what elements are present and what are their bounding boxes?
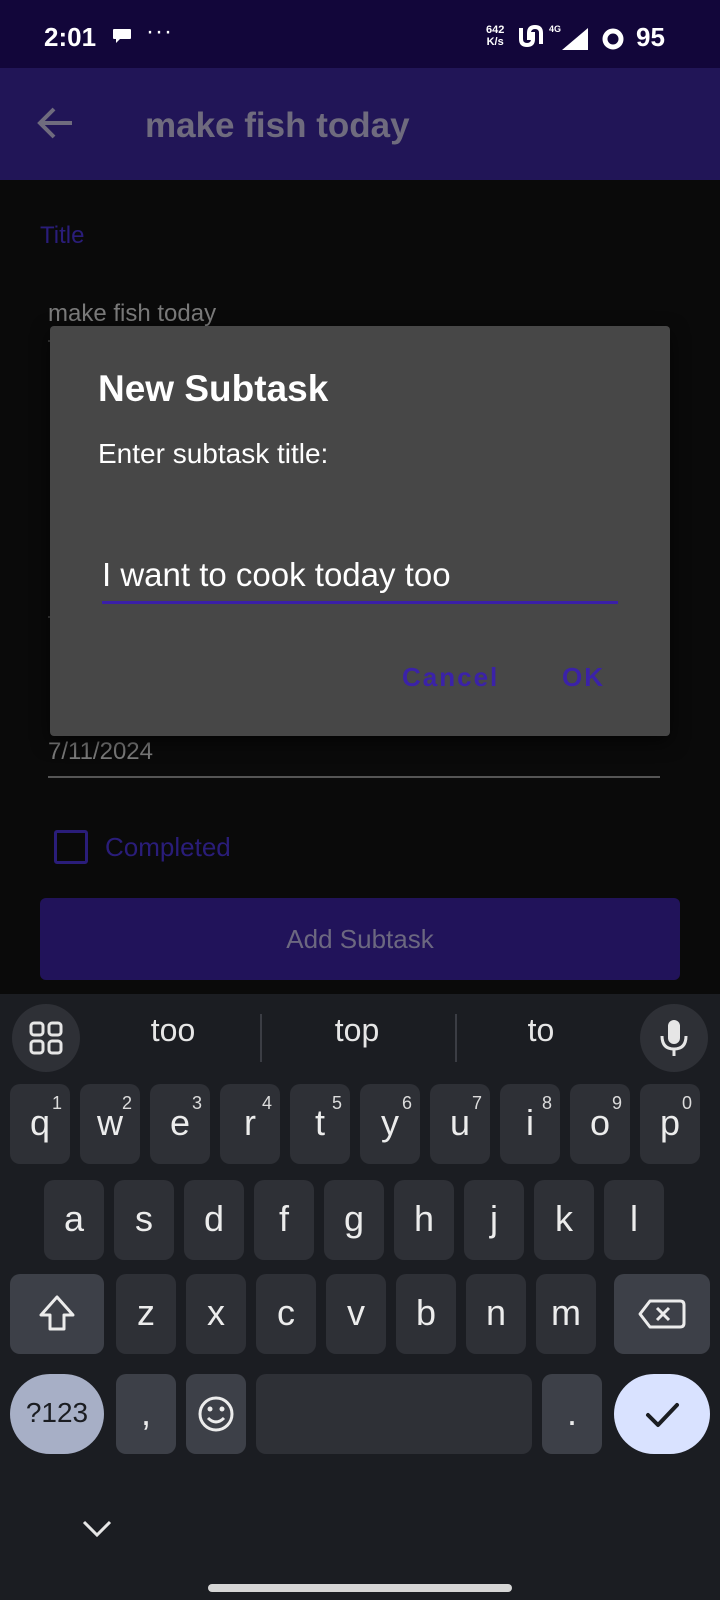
emoji-icon (198, 1396, 234, 1432)
key-t[interactable]: t5 (290, 1084, 350, 1164)
signal-icon (562, 28, 588, 50)
key-h[interactable]: h (394, 1180, 454, 1260)
period-key[interactable]: . (542, 1374, 602, 1454)
key-label: p (659, 1102, 681, 1143)
key-k[interactable]: k (534, 1180, 594, 1260)
microphone-icon (660, 1020, 688, 1056)
suggestion-1[interactable]: too (98, 1012, 248, 1049)
key-label: u (449, 1102, 471, 1143)
shift-key[interactable] (10, 1274, 104, 1354)
subtask-title-input[interactable] (102, 548, 618, 604)
network-speed-unit: K/s (486, 36, 504, 48)
ok-button[interactable]: OK (562, 662, 605, 693)
key-label: y (381, 1102, 399, 1143)
key-label: w (97, 1102, 123, 1143)
voice-input-button[interactable] (640, 1004, 708, 1072)
title-label: Title (40, 222, 85, 249)
key-label: e (169, 1102, 191, 1143)
space-key[interactable] (256, 1374, 532, 1454)
suggestion-divider (260, 1014, 262, 1062)
key-x[interactable]: x (186, 1274, 246, 1354)
screen: 2:01 ··· 642 K/s 4G 95 make fish today T… (0, 0, 720, 1600)
key-c[interactable]: c (256, 1274, 316, 1354)
key-o[interactable]: o9 (570, 1084, 630, 1164)
key-number-hint: 1 (51, 1093, 62, 1113)
done-key[interactable] (614, 1374, 710, 1454)
shift-icon (39, 1295, 75, 1331)
more-notifications-icon: ··· (146, 18, 173, 45)
page-title: make fish today (145, 106, 410, 145)
key-j[interactable]: j (464, 1180, 524, 1260)
keyboard-menu-button[interactable] (12, 1004, 80, 1072)
backspace-key[interactable] (614, 1274, 710, 1354)
completed-label: Completed (105, 832, 231, 862)
key-number-hint: 9 (611, 1093, 622, 1113)
title-field[interactable]: make fish today (48, 300, 216, 328)
status-time: 2:01 (44, 22, 97, 52)
key-number-hint: 0 (681, 1093, 692, 1113)
key-q[interactable]: q1 (10, 1084, 70, 1164)
check-icon (646, 1403, 679, 1427)
chat-notification-icon (113, 29, 131, 43)
key-u[interactable]: u7 (430, 1084, 490, 1164)
add-subtask-button[interactable]: Add Subtask (40, 898, 680, 980)
comma-key[interactable]: , (116, 1374, 176, 1454)
key-b[interactable]: b (396, 1274, 456, 1354)
dialog-message: Enter subtask title: (98, 438, 329, 469)
key-number-hint: 5 (331, 1093, 342, 1113)
key-number-hint: 3 (191, 1093, 202, 1113)
network-speed-value: 642 (486, 24, 505, 36)
key-number-hint: 6 (401, 1093, 412, 1113)
battery-ring-icon (602, 28, 624, 50)
key-s[interactable]: s (114, 1180, 174, 1260)
gesture-nav-handle[interactable] (208, 1584, 512, 1592)
cancel-button[interactable]: Cancel (402, 662, 499, 693)
grid-icon (29, 1021, 63, 1055)
key-w[interactable]: w2 (80, 1084, 140, 1164)
emoji-key[interactable] (186, 1374, 246, 1454)
battery-level: 95 (636, 22, 665, 52)
key-number-hint: 8 (541, 1093, 552, 1113)
data-sync-icon (519, 24, 543, 48)
new-subtask-dialog: New Subtask Enter subtask title: Cancel … (50, 326, 670, 736)
key-r[interactable]: r4 (220, 1084, 280, 1164)
date-underline (48, 776, 660, 778)
keyboard: too top to q1w2e3r4t5y6u7i8o9p0 asdfghjk… (0, 994, 720, 1600)
key-g[interactable]: g (324, 1180, 384, 1260)
key-label: r (244, 1102, 256, 1143)
suggestion-divider (455, 1014, 457, 1062)
key-a[interactable]: a (44, 1180, 104, 1260)
key-d[interactable]: d (184, 1180, 244, 1260)
key-v[interactable]: v (326, 1274, 386, 1354)
key-z[interactable]: z (116, 1274, 176, 1354)
key-label: q (29, 1102, 51, 1143)
dialog-title: New Subtask (98, 368, 329, 409)
key-label: o (589, 1102, 611, 1143)
key-y[interactable]: y6 (360, 1084, 420, 1164)
network-speed: 642 K/s (486, 24, 504, 48)
key-p[interactable]: p0 (640, 1084, 700, 1164)
suggestion-2[interactable]: top (282, 1012, 432, 1049)
key-e[interactable]: e3 (150, 1084, 210, 1164)
key-i[interactable]: i8 (500, 1084, 560, 1164)
key-f[interactable]: f (254, 1180, 314, 1260)
backspace-icon (638, 1299, 686, 1329)
key-number-hint: 4 (261, 1093, 272, 1113)
key-number-hint: 2 (121, 1093, 132, 1113)
key-l[interactable]: l (604, 1180, 664, 1260)
key-label: t (314, 1102, 325, 1143)
key-m[interactable]: m (536, 1274, 596, 1354)
suggestion-3[interactable]: to (466, 1012, 616, 1049)
hide-keyboard-icon[interactable] (80, 1516, 114, 1540)
symbols-key[interactable]: ?123 (10, 1374, 104, 1454)
key-number-hint: 7 (471, 1093, 482, 1113)
due-date-field[interactable]: 7/11/2024 (48, 738, 153, 766)
status-bar: 2:01 ··· 642 K/s 4G 95 (0, 0, 720, 68)
completed-checkbox[interactable] (54, 830, 88, 864)
key-n[interactable]: n (466, 1274, 526, 1354)
key-label: i (526, 1102, 534, 1143)
back-arrow-icon[interactable] (36, 106, 74, 140)
